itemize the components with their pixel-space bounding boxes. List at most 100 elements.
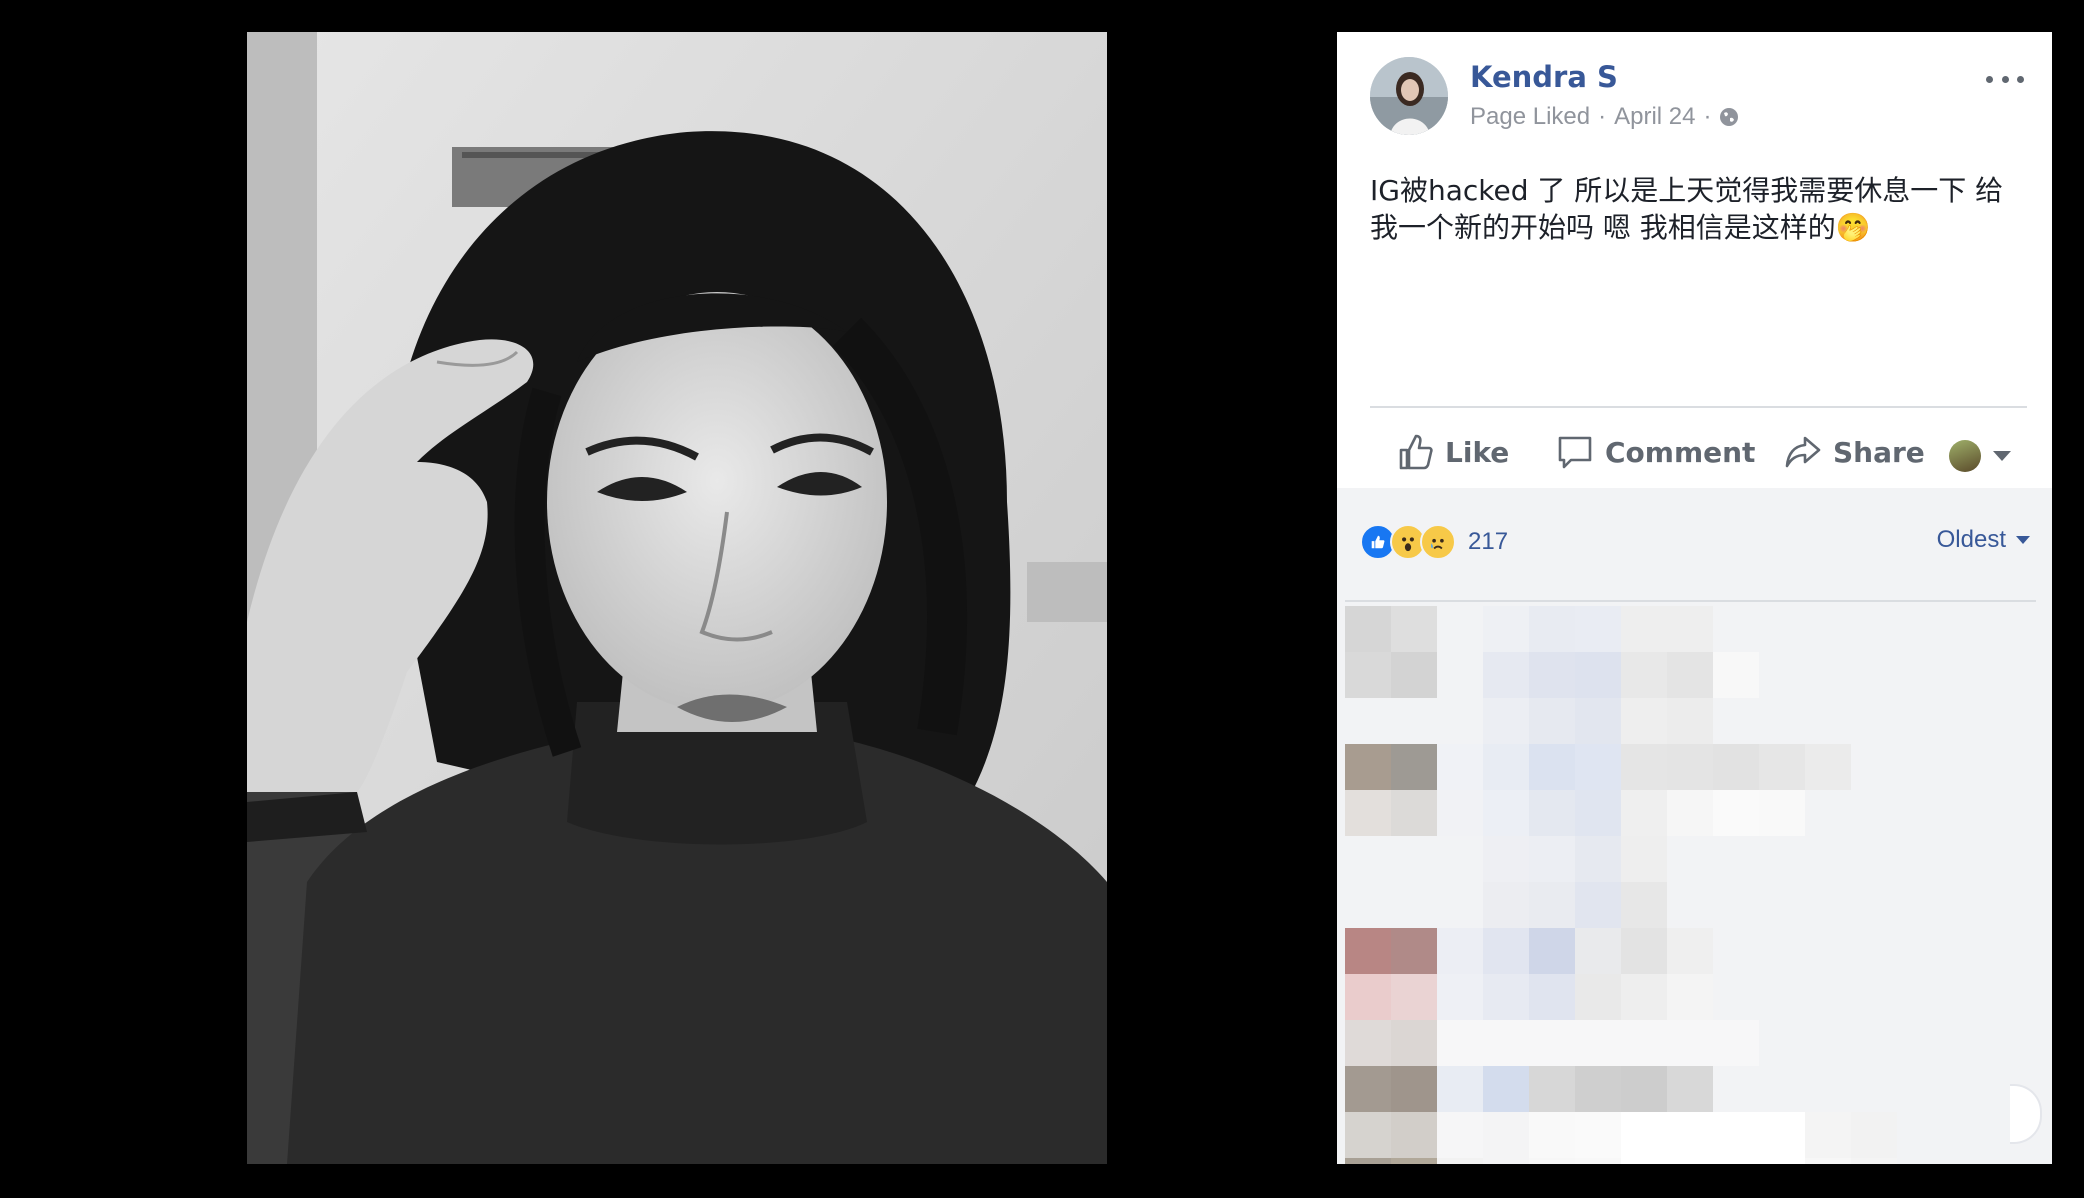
meta-separator-2: · (1703, 103, 1712, 130)
pixelated-block (1483, 836, 1529, 882)
pixelated-block (1621, 698, 1667, 744)
pixelated-block (1483, 1020, 1529, 1066)
pixelated-block (1713, 790, 1759, 836)
pixelated-block (1437, 1020, 1483, 1066)
pixelated-block (1529, 790, 1575, 836)
comment-bubble-icon (1558, 436, 1592, 469)
author-name[interactable]: Kendra S (1470, 60, 1618, 94)
comment-label: Comment (1605, 435, 1756, 469)
pixelated-block (1621, 652, 1667, 698)
more-options-button[interactable] (1986, 68, 2024, 90)
pixelated-block (1575, 974, 1621, 1020)
post-meta: Page Liked · April 24 · (1470, 103, 1739, 131)
pixelated-block (1391, 790, 1437, 836)
pixelated-block (1437, 698, 1483, 744)
pixelated-block (1621, 1112, 1667, 1158)
pixelated-block (1621, 882, 1667, 928)
pixelated-block (1345, 1158, 1391, 1164)
pixelated-block (1391, 1020, 1437, 1066)
pixelated-block (1759, 744, 1805, 790)
pixelated-block (1391, 698, 1437, 744)
pixelated-block (1713, 744, 1759, 790)
pixelated-block (1345, 744, 1391, 790)
pixelated-block (1391, 1158, 1437, 1164)
pixelated-block (1667, 1066, 1713, 1112)
portrait-photo (247, 32, 1107, 1164)
pixelated-block (1667, 698, 1713, 744)
pixelated-block (1391, 1112, 1437, 1158)
like-button[interactable]: Like (1395, 432, 1509, 472)
reactions-summary[interactable]: 217 (1360, 524, 1508, 560)
pixelated-block (1437, 744, 1483, 790)
pixelated-block (1483, 652, 1529, 698)
chevron-down-icon (1993, 451, 2011, 461)
pixelated-block (1667, 744, 1713, 790)
pixelated-block (1345, 1020, 1391, 1066)
pixelated-block (1529, 1020, 1575, 1066)
pixelated-block (1667, 1112, 1713, 1158)
post-text: IG被hacked 了 所以是上天觉得我需要休息一下 给我一个新的开始吗 嗯 我… (1370, 174, 2004, 244)
pixelated-block (1437, 1158, 1483, 1164)
pixelated-block (1437, 790, 1483, 836)
pixelated-block (1483, 1112, 1529, 1158)
comment-button[interactable]: Comment (1555, 432, 1755, 472)
meta-separator: · (1598, 103, 1607, 130)
chevron-down-icon (2016, 536, 2030, 544)
comment-sort-dropdown[interactable]: Oldest (1937, 526, 2030, 554)
pixelated-block (1759, 1112, 1805, 1158)
divider (1345, 600, 2036, 602)
post-date[interactable]: April 24 (1614, 103, 1695, 131)
pixelated-block (1621, 1066, 1667, 1112)
pixelated-block (1345, 606, 1391, 652)
share-arrow-icon (1785, 436, 1821, 468)
comments-area: 217 Oldest (1337, 488, 2052, 1164)
more-dot-icon (2017, 75, 2024, 83)
pixelated-block (1529, 698, 1575, 744)
pixelated-block (1483, 606, 1529, 652)
pixelated-block (1667, 928, 1713, 974)
pixelated-block (1345, 836, 1391, 882)
pixelated-block (1621, 744, 1667, 790)
pixelated-block (1805, 744, 1851, 790)
pixelated-block (1713, 1158, 1759, 1164)
more-dot-icon (1986, 75, 1993, 83)
pixelated-block (1575, 606, 1621, 652)
author-avatar[interactable] (1370, 57, 1448, 135)
pixelated-block (1575, 836, 1621, 882)
pixelated-block (1529, 1158, 1575, 1164)
pixelated-block (1621, 974, 1667, 1020)
share-label: Share (1833, 435, 1925, 469)
share-button[interactable]: Share (1783, 432, 1925, 472)
pixelated-block (1713, 1020, 1759, 1066)
post-actions: Like Comment Share (1337, 422, 2052, 488)
pixelated-block (1529, 882, 1575, 928)
pixelated-block (1345, 1066, 1391, 1112)
pixelated-block (1529, 928, 1575, 974)
like-label: Like (1445, 435, 1510, 469)
post-photo[interactable] (247, 32, 1107, 1164)
pixelated-block (1621, 1158, 1667, 1164)
pixelated-block (1345, 928, 1391, 974)
reaction-count[interactable]: 217 (1468, 528, 1508, 556)
pixelated-block (1437, 974, 1483, 1020)
pixelated-block (1345, 974, 1391, 1020)
pixelated-block (1483, 698, 1529, 744)
pixelated-block (1391, 606, 1437, 652)
scroll-button[interactable] (2010, 1084, 2042, 1144)
pixelated-block (1575, 698, 1621, 744)
globe-icon[interactable] (1719, 107, 1739, 127)
pixelated-block (1345, 652, 1391, 698)
pixelated-block (1667, 1020, 1713, 1066)
pixelated-block (1805, 1158, 1851, 1164)
pixelated-block (1575, 744, 1621, 790)
pixelated-block (1575, 882, 1621, 928)
divider (1370, 406, 2027, 408)
pixelated-block (1851, 1112, 1897, 1158)
pixelated-block (1529, 1066, 1575, 1112)
pixelated-block (1437, 606, 1483, 652)
thumbs-up-icon (1399, 434, 1433, 470)
pixelated-block (1621, 928, 1667, 974)
pixelated-block (1713, 1066, 1759, 1112)
pixelated-block (1713, 652, 1759, 698)
post-as-selector[interactable] (1949, 440, 2011, 472)
